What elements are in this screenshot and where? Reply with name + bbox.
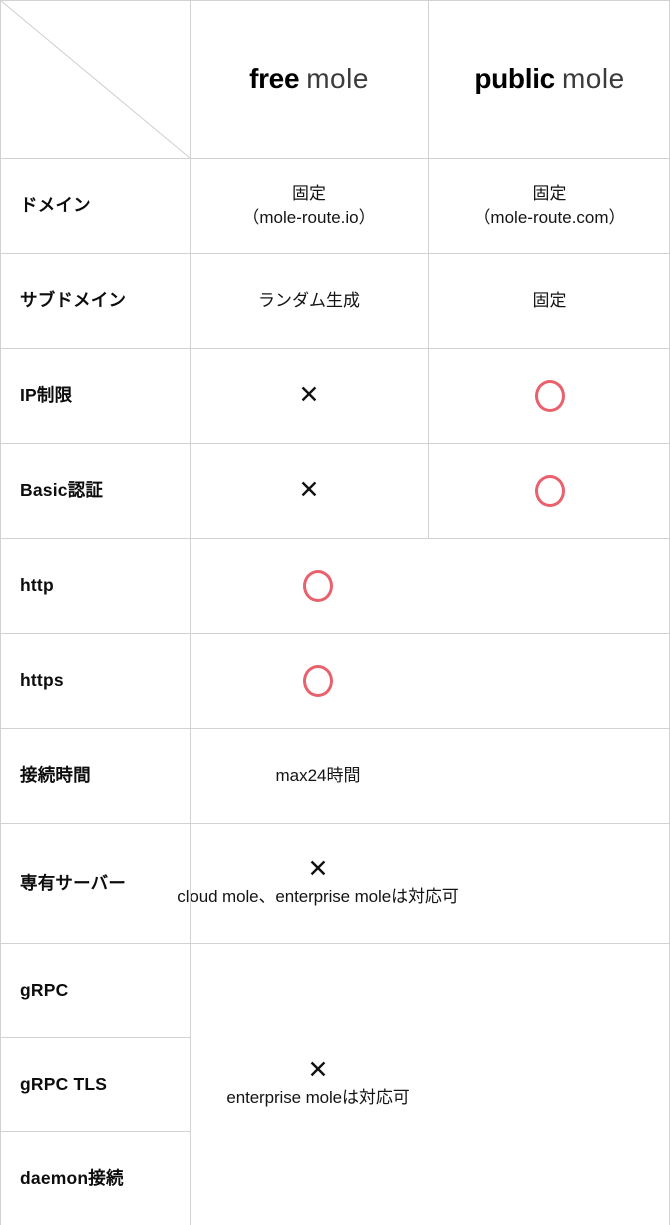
- row-label-subdomain: サブドメイン: [20, 290, 127, 311]
- grid-hline-r3: [0, 443, 670, 444]
- circle-icon: [303, 664, 333, 697]
- grid-vline-left-edge: [0, 0, 1, 1225]
- row-label-connection-time: 接続時間: [20, 765, 91, 786]
- circle-icon: [303, 569, 333, 602]
- circle-icon: [534, 474, 565, 507]
- cell-dedicated-server-caption: cloud mole、enterprise moleは対応可: [177, 887, 459, 907]
- row-label-https: https: [20, 670, 64, 691]
- column-header-public-strong: public: [474, 62, 555, 94]
- cell-ip-restriction-free: ✕: [190, 348, 428, 443]
- row-label-domain: ドメイン: [20, 195, 91, 216]
- grid-hline-r10-label-only: [0, 1131, 190, 1132]
- column-header-free-light: mole: [306, 62, 369, 94]
- cell-grpc-group-merged: ✕ enterprise moleは対応可: [190, 943, 668, 1225]
- grid-hline-header-bottom: [0, 158, 670, 159]
- grid-hline-r2: [0, 348, 670, 349]
- grid-hline-r6: [0, 728, 670, 729]
- grid-hline-r7: [0, 823, 670, 824]
- row-label-basic-auth: Basic認証: [20, 480, 104, 501]
- table-corner-cell: [0, 0, 190, 158]
- grid-vline-label-col: [190, 0, 191, 1225]
- diagonal-slash-icon: [0, 0, 190, 158]
- cell-http-merged: [190, 538, 668, 633]
- cell-domain-free-line1: 固定: [292, 184, 326, 204]
- row-label-http: http: [20, 575, 54, 596]
- grid-vline-plan-split: [428, 0, 429, 538]
- column-header-free-strong: free: [249, 62, 300, 94]
- grid-hline-r1: [0, 253, 670, 254]
- grid-hline-top: [0, 0, 670, 1]
- cell-domain-free: 固定 （mole-route.io）: [190, 158, 428, 253]
- cell-domain-public: 固定 （mole-route.com）: [429, 158, 670, 253]
- comparison-table: free mole public mole ドメイン 固定 （mole-route.…: [0, 0, 670, 1225]
- grid-hline-r9-label-only: [0, 1037, 190, 1038]
- grid-hline-r5: [0, 633, 670, 634]
- cross-icon: ✕: [298, 476, 320, 504]
- cross-icon: ✕: [307, 1056, 329, 1085]
- grid-hline-r4: [0, 538, 670, 539]
- cell-grpc-group-caption: enterprise moleは対応可: [226, 1088, 410, 1108]
- column-header-public-light: mole: [561, 62, 625, 94]
- cell-subdomain-free: ランダム生成: [258, 290, 360, 310]
- cell-domain-free-line2: （mole-route.io）: [242, 207, 376, 227]
- cell-dedicated-server-merged: ✕ cloud mole、enterprise moleは対応可: [177, 823, 668, 943]
- cell-basic-auth-public: [429, 443, 670, 538]
- column-header-free-mole: free mole: [190, 0, 428, 158]
- cell-domain-public-line2: （mole-route.com）: [473, 207, 626, 227]
- cell-domain-public-line1: 固定: [532, 184, 567, 204]
- cell-connection-time-merged: max24時間: [190, 728, 668, 823]
- row-label-grpc: gRPC: [20, 979, 69, 1000]
- cell-ip-restriction-public: [429, 348, 670, 443]
- cell-https-merged: [190, 633, 668, 728]
- grid-hline-r8: [0, 943, 670, 944]
- cross-icon: ✕: [298, 381, 320, 409]
- cell-basic-auth-free: ✕: [190, 443, 428, 538]
- cross-icon: ✕: [307, 855, 329, 884]
- row-label-ip-restriction: IP制限: [20, 385, 73, 406]
- cell-subdomain-public: 固定: [532, 290, 567, 310]
- column-header-public-mole: public mole: [429, 0, 670, 158]
- cell-connection-time-text: max24時間: [275, 765, 361, 785]
- circle-icon: [534, 379, 565, 412]
- row-label-daemon-connection: daemon接続: [20, 1167, 124, 1188]
